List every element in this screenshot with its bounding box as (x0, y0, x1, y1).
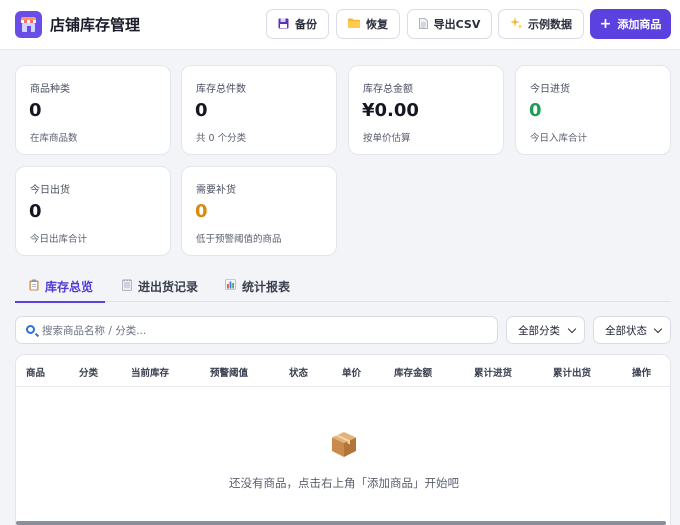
sample-data-label: 示例数据 (528, 18, 572, 31)
package-box-icon (329, 429, 359, 462)
stat-label: 今日进货 (530, 84, 570, 95)
stat-subtext: 共 0 个分类 (196, 133, 247, 144)
horizontal-scrollbar[interactable] (16, 521, 666, 525)
column-header-actions: 操作 (632, 368, 652, 379)
column-header-current-stock[interactable]: 当前库存 (131, 365, 169, 379)
stat-label: 商品种类 (30, 84, 70, 95)
column-header-status[interactable]: 状态 (289, 365, 308, 379)
stat-value: ¥0.00 (362, 100, 419, 121)
tab-statistics[interactable]: 统计报表 (225, 270, 305, 302)
sample-data-button[interactable]: 示例数据 (498, 9, 584, 39)
export-csv-label: 导出CSV (433, 18, 481, 31)
stat-value: 0 (29, 100, 42, 121)
stat-label: 需要补货 (196, 185, 236, 196)
stat-subtext: 在库商品数 (30, 133, 78, 144)
tab-label: 统计报表 (242, 279, 291, 294)
bar-chart-icon (225, 279, 236, 293)
view-tabs: 库存总览 进出货记录 统计报表 (15, 270, 671, 303)
add-product-label: 添加商品 (617, 18, 662, 31)
search-input[interactable] (42, 321, 492, 341)
floppy-disk-icon (278, 18, 289, 31)
column-header-category[interactable]: 分类 (79, 365, 98, 379)
table-header: 商品 分类 当前库存 预警阈值 状态 单价 库存金额 累计进货 累计出货 操作 (16, 355, 670, 387)
search-box[interactable] (15, 316, 498, 344)
stat-card-product-types: 商品种类 0 在库商品数 (15, 65, 171, 155)
restore-button[interactable]: 恢复 (336, 9, 400, 39)
notepad-icon (122, 279, 132, 294)
empty-state-message: 还没有商品，点击右上角「添加商品」开始吧 (229, 476, 459, 490)
tab-label: 库存总览 (45, 279, 94, 294)
stat-value: 0 (29, 201, 42, 222)
search-icon (26, 325, 35, 334)
stat-subtext: 按单价估算 (363, 133, 411, 144)
app-title: 店铺库存管理 (50, 16, 141, 34)
column-header-alert-threshold[interactable]: 预警阈值 (210, 365, 248, 379)
export-csv-button[interactable]: 导出CSV (407, 9, 492, 39)
active-tab-indicator (15, 301, 105, 303)
add-product-button[interactable]: + 添加商品 (590, 9, 671, 39)
category-filter-value: 全部分类 (518, 324, 560, 337)
plus-icon: + (599, 16, 612, 32)
chevron-down-icon (567, 324, 577, 334)
tab-stock-records[interactable]: 进出货记录 (122, 270, 217, 302)
backup-button[interactable]: 备份 (266, 9, 329, 39)
stat-subtext: 今日入库合计 (530, 133, 588, 144)
stat-card-today-in: 今日进货 0 今日入库合计 (515, 65, 671, 155)
chevron-down-icon (653, 324, 663, 334)
status-filter-select[interactable]: 全部状态 (593, 316, 671, 344)
clipboard-icon (29, 279, 39, 294)
folder-icon (348, 18, 360, 30)
store-logo-icon (15, 11, 42, 38)
stat-value: 0 (195, 100, 208, 121)
sparkle-icon (510, 17, 522, 31)
stat-subtext: 低于预警阈值的商品 (196, 234, 282, 245)
app-header: 店铺库存管理 备份 恢复 导出CSV 示例数据 + 添加商品 (0, 0, 680, 50)
column-header-total-out[interactable]: 累计出货 (553, 365, 591, 379)
column-header-product[interactable]: 商品 (26, 365, 45, 379)
column-header-stock-value[interactable]: 库存金额 (394, 365, 432, 379)
stat-label: 今日出货 (30, 185, 70, 196)
document-icon (418, 17, 428, 31)
stat-value: 0 (195, 201, 208, 222)
tab-label: 进出货记录 (138, 279, 199, 294)
backup-label: 备份 (295, 18, 317, 31)
column-header-unit-price[interactable]: 单价 (342, 365, 361, 379)
stat-subtext: 今日出库合计 (30, 234, 88, 245)
category-filter-select[interactable]: 全部分类 (506, 316, 585, 344)
column-header-total-in[interactable]: 累计进货 (474, 365, 512, 379)
tab-inventory-overview[interactable]: 库存总览 (15, 270, 105, 303)
stat-label: 库存总金额 (363, 84, 413, 95)
stat-card-restock-needed: 需要补货 0 低于预警阈值的商品 (181, 166, 337, 256)
restore-label: 恢复 (366, 18, 388, 31)
stat-card-total-value: 库存总金额 ¥0.00 按单价估算 (348, 65, 504, 155)
stat-card-total-quantity: 库存总件数 0 共 0 个分类 (181, 65, 337, 155)
stat-label: 库存总件数 (196, 84, 246, 95)
inventory-table: 商品 分类 当前库存 预警阈值 状态 单价 库存金额 累计进货 累计出货 操作 … (15, 354, 671, 525)
stat-card-today-out: 今日出货 0 今日出库合计 (15, 166, 171, 256)
status-filter-value: 全部状态 (605, 324, 647, 337)
stat-value: 0 (529, 100, 542, 121)
